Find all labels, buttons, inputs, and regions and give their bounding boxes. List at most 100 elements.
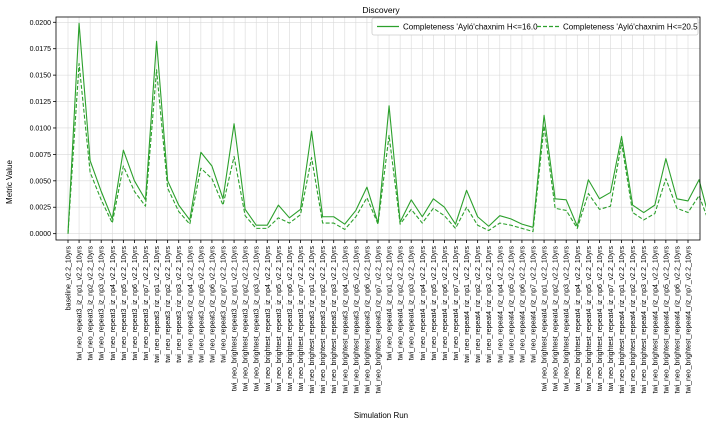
x-tick-label: twi_neo_brightest_repeat4_riz_np2_v2.2_1… <box>630 246 637 394</box>
data-point-series-2 <box>300 214 301 215</box>
data-point-series-1 <box>433 198 434 199</box>
x-tick-label: twi_neo_repeat4_riz_np5_v2.2_10yrs <box>508 246 515 363</box>
x-tick-label: twi_neo_brightest_repeat3_riz_np7_v2.2_1… <box>376 246 383 394</box>
data-point-series-1 <box>101 191 102 192</box>
data-point-series-2 <box>189 224 190 225</box>
data-point-series-2 <box>101 199 102 200</box>
x-tick-label: twi_neo_brightest_repeat4_riz_np7_v2.2_1… <box>686 246 693 394</box>
data-point-series-1 <box>78 23 79 24</box>
x-tick-label: twi_neo_repeat3_riz_np4_v2.2_10yrs <box>187 246 194 363</box>
data-point-series-2 <box>499 222 500 223</box>
x-tick-label: twi_neo_repeat4_iz_np2_v2.2_10yrs <box>398 246 405 361</box>
x-tick-label: twi_neo_brightest_repeat4_iz_np3_v2.2_10… <box>564 246 571 392</box>
data-point-series-1 <box>178 205 179 206</box>
data-point-series-2 <box>388 135 389 136</box>
y-tick-label: 0.0125 <box>30 99 52 106</box>
x-tick-label: twi_neo_repeat4_iz_np6_v2.2_10yrs <box>442 246 449 361</box>
data-point-series-1 <box>599 198 600 199</box>
x-tick-label: baseline_v2.2_10yrs <box>66 246 73 311</box>
data-point-series-1 <box>211 165 212 166</box>
data-point-series-1 <box>256 225 257 226</box>
data-point-series-2 <box>532 231 533 232</box>
x-tick-label: twi_neo_repeat3_iz_np6_v2.2_10yrs <box>132 246 139 361</box>
data-point-series-1 <box>588 179 589 180</box>
data-point-series-1 <box>687 200 688 201</box>
data-point-series-2 <box>610 206 611 207</box>
y-tick-label: 0.0000 <box>30 231 52 238</box>
x-tick-label: twi_neo_repeat3_riz_np2_v2.2_10yrs <box>165 246 172 363</box>
x-tick-label: twi_neo_repeat3_riz_np1_v2.2_10yrs <box>154 246 161 363</box>
data-point-series-1 <box>676 198 677 199</box>
data-point-series-2 <box>543 125 544 126</box>
data-point-series-2 <box>123 165 124 166</box>
x-tick-label: twi_neo_brightest_repeat3_riz_np2_v2.2_1… <box>320 246 327 394</box>
x-tick-label: twi_neo_repeat4_riz_np1_v2.2_10yrs <box>464 246 471 363</box>
x-tick-label: twi_neo_brightest_repeat4_iz_np6_v2.2_10… <box>597 246 604 392</box>
x-tick-label: twi_neo_brightest_repeat3_riz_np1_v2.2_1… <box>309 246 316 394</box>
data-point-series-1 <box>333 216 334 217</box>
x-axis-title: Simulation Run <box>354 411 408 420</box>
x-tick-label: twi_neo_repeat4_riz_np4_v2.2_10yrs <box>497 246 504 363</box>
x-tick-label: twi_neo_brightest_repeat3_iz_np7_v2.2_10… <box>298 246 305 392</box>
data-point-series-1 <box>654 205 655 206</box>
data-point-series-2 <box>621 142 622 143</box>
y-tick-label: 0.0200 <box>30 20 52 27</box>
data-point-series-1 <box>388 105 389 106</box>
data-point-series-1 <box>200 152 201 153</box>
data-point-series-2 <box>267 228 268 229</box>
x-tick-label: twi_neo_brightest_repeat3_iz_np3_v2.2_10… <box>254 246 261 392</box>
data-point-series-2 <box>455 228 456 229</box>
data-point-series-2 <box>333 222 334 223</box>
data-point-series-2 <box>322 222 323 223</box>
y-tick-label: 0.0175 <box>30 46 52 53</box>
data-point-series-1 <box>643 212 644 213</box>
x-tick-label: twi_neo_repeat4_riz_np2_v2.2_10yrs <box>475 246 482 363</box>
data-point-series-1 <box>411 199 412 200</box>
data-point-series-1 <box>355 210 356 211</box>
data-point-series-2 <box>510 225 511 226</box>
data-point-series-2 <box>178 211 179 212</box>
x-tick-label: twi_neo_repeat4_riz_np3_v2.2_10yrs <box>486 246 493 363</box>
data-point-series-1 <box>311 131 312 132</box>
data-point-series-2 <box>411 209 412 210</box>
data-point-series-1 <box>222 198 223 199</box>
data-point-series-2 <box>355 216 356 217</box>
data-point-series-1 <box>123 150 124 151</box>
data-point-series-2 <box>632 212 633 213</box>
x-tick-label: twi_neo_brightest_repeat4_iz_np7_v2.2_10… <box>608 246 615 392</box>
chart-title: Discovery <box>362 5 400 15</box>
data-point-series-2 <box>466 207 467 208</box>
data-point-series-2 <box>676 208 677 209</box>
data-point-series-2 <box>555 208 556 209</box>
y-axis-title: Metric Value <box>5 160 14 204</box>
data-point-series-1 <box>278 205 279 206</box>
x-tick-label: twi_neo_repeat3_iz_np5_v2.2_10yrs <box>121 246 128 361</box>
data-point-series-2 <box>67 233 68 234</box>
x-tick-label: twi_neo_brightest_repeat3_iz_np5_v2.2_10… <box>276 246 283 392</box>
x-tick-label: twi_neo_repeat4_riz_np6_v2.2_10yrs <box>519 246 526 363</box>
data-point-series-1 <box>366 187 367 188</box>
x-tick-label: twi_neo_brightest_repeat3_iz_np1_v2.2_10… <box>232 246 239 392</box>
data-point-series-2 <box>233 156 234 157</box>
y-tick-label: 0.0100 <box>30 125 52 132</box>
x-tick-label: twi_neo_brightest_repeat4_iz_np2_v2.2_10… <box>553 246 560 392</box>
data-point-series-2 <box>654 213 655 214</box>
x-tick-label: twi_neo_brightest_repeat3_riz_np6_v2.2_1… <box>364 246 371 394</box>
data-point-series-2 <box>200 168 201 169</box>
x-tick-label: twi_neo_repeat3_riz_np5_v2.2_10yrs <box>198 246 205 363</box>
data-point-series-1 <box>532 227 533 228</box>
data-point-series-1 <box>156 41 157 42</box>
y-tick-label: 0.0075 <box>30 152 52 159</box>
data-point-series-2 <box>289 222 290 223</box>
data-point-series-1 <box>477 216 478 217</box>
data-point-series-2 <box>134 191 135 192</box>
data-point-series-2 <box>311 157 312 158</box>
data-point-series-2 <box>245 215 246 216</box>
data-point-series-2 <box>400 224 401 225</box>
x-tick-label: twi_neo_brightest_repeat4_iz_np5_v2.2_10… <box>586 246 593 392</box>
data-point-series-1 <box>245 209 246 210</box>
data-point-series-2 <box>422 222 423 223</box>
data-point-series-1 <box>488 226 489 227</box>
data-point-series-1 <box>90 160 91 161</box>
data-point-series-1 <box>466 190 467 191</box>
